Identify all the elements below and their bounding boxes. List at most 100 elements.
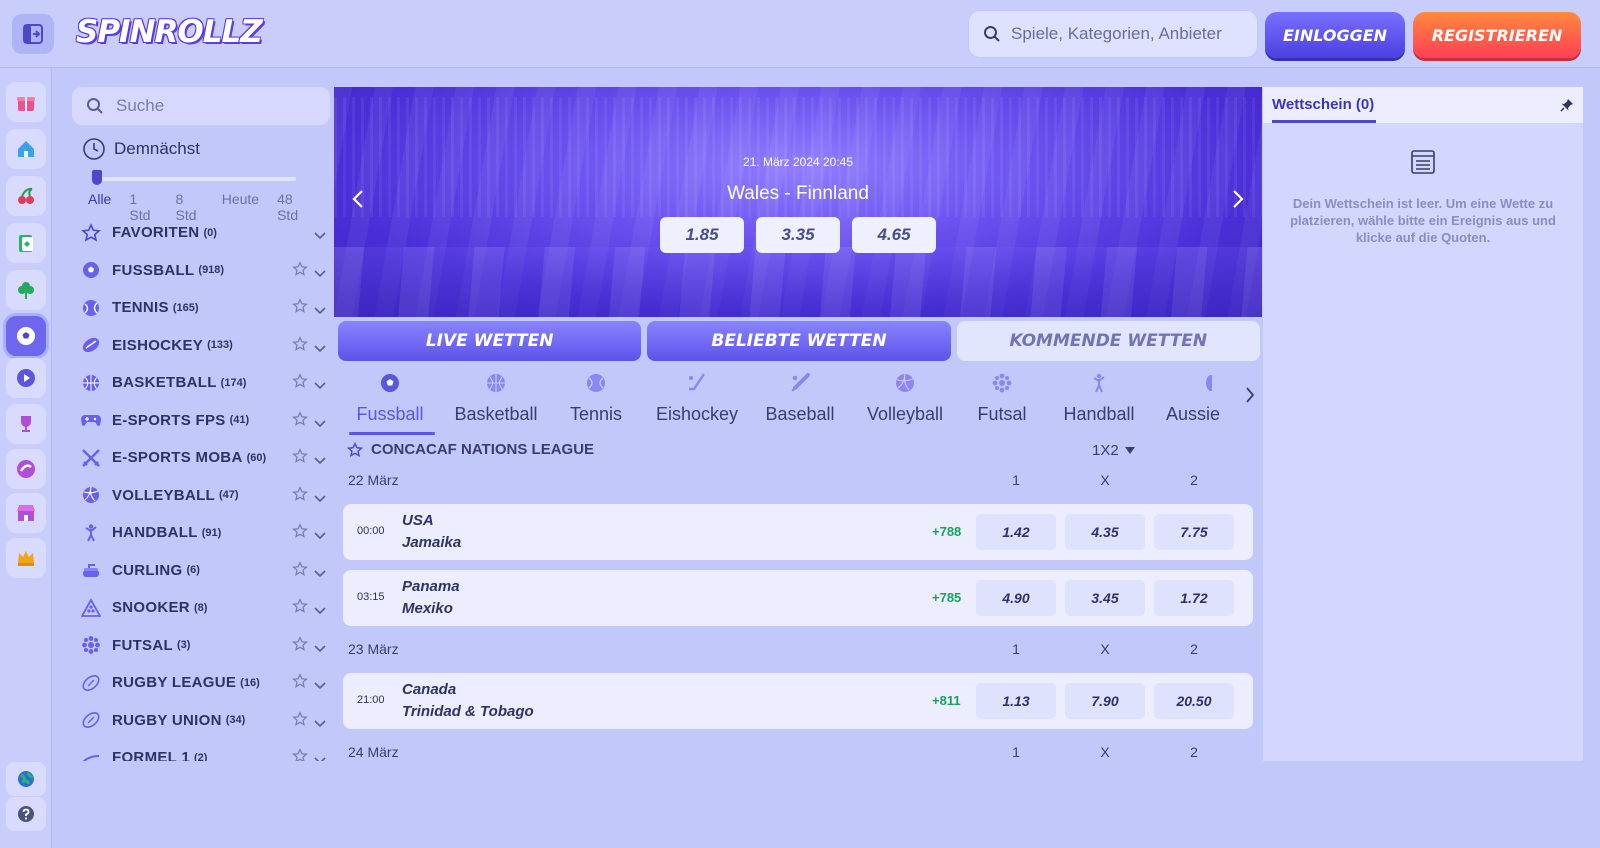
favorite-star-icon[interactable] bbox=[292, 523, 308, 543]
sport-item-tennis[interactable]: TENNIS (165) bbox=[72, 289, 330, 327]
odd-away-button[interactable]: 7.75 bbox=[1154, 514, 1234, 550]
chevron-down-icon[interactable] bbox=[314, 713, 326, 732]
tab-live-bets[interactable]: LIVE WETTEN bbox=[338, 321, 642, 361]
chevron-down-icon[interactable] bbox=[314, 300, 326, 319]
chevron-down-icon[interactable] bbox=[314, 488, 326, 507]
favorite-star-icon[interactable] bbox=[292, 635, 308, 656]
rail-vip-button[interactable] bbox=[6, 538, 46, 578]
login-button[interactable]: EINLOGGEN bbox=[1265, 12, 1405, 58]
banner-odd-home[interactable]: 1.85 bbox=[660, 217, 744, 253]
category-tab-tennis[interactable]: Tennis bbox=[566, 370, 626, 434]
category-tab-soccer[interactable]: Fussball bbox=[354, 370, 426, 434]
tab-upcoming-bets[interactable]: KOMMENDE WETTEN bbox=[956, 321, 1260, 361]
sport-item-futsal[interactable]: FUTSAL (3) bbox=[72, 627, 330, 665]
chevron-down-icon[interactable] bbox=[314, 225, 326, 244]
chevron-down-icon[interactable] bbox=[314, 338, 326, 357]
odd-away-button[interactable]: 1.72 bbox=[1154, 580, 1234, 616]
sport-item-soccer[interactable]: FUSSBALL (918) bbox=[72, 252, 330, 290]
chevron-down-icon[interactable] bbox=[314, 563, 326, 582]
match-teams[interactable]: Canada Trinidad & Tobago bbox=[402, 679, 534, 723]
favorite-star-icon[interactable] bbox=[292, 410, 308, 431]
category-scroll-right-icon[interactable] bbox=[1245, 386, 1255, 408]
match-row[interactable]: 03:15 Panama Mexiko +785 4.90 3.45 1.72 bbox=[343, 570, 1253, 626]
odd-home-button[interactable]: 1.42 bbox=[976, 514, 1056, 550]
chevron-down-icon[interactable] bbox=[314, 450, 326, 469]
sport-item-formula1[interactable]: FORMEL 1 (2) bbox=[72, 739, 330, 761]
chevron-down-icon[interactable] bbox=[314, 413, 326, 432]
category-tab-handball[interactable]: Handball bbox=[1056, 370, 1142, 434]
language-button[interactable] bbox=[6, 762, 46, 796]
sport-item-rugby-league[interactable]: RUGBY LEAGUE (16) bbox=[72, 664, 330, 702]
chevron-down-icon[interactable] bbox=[314, 600, 326, 619]
rail-slots-button[interactable] bbox=[6, 176, 46, 216]
favorite-star-icon[interactable] bbox=[292, 673, 308, 693]
time-slider-handle[interactable] bbox=[92, 170, 102, 185]
match-row[interactable]: 00:00 USA Jamaika +788 1.42 4.35 7.75 bbox=[343, 504, 1253, 560]
register-button[interactable]: REGISTRIEREN bbox=[1413, 12, 1581, 58]
time-slider-track[interactable] bbox=[96, 177, 296, 181]
favorite-star-icon[interactable] bbox=[292, 598, 308, 618]
sport-item-favorites[interactable]: FAVORITEN (0) bbox=[72, 214, 330, 252]
rail-lucky-button[interactable] bbox=[6, 270, 46, 310]
rail-live-button[interactable] bbox=[6, 358, 46, 398]
banner-next-arrow-icon[interactable] bbox=[1232, 189, 1244, 213]
rail-cards-button[interactable] bbox=[6, 223, 46, 263]
sport-item-rugby-union[interactable]: RUGBY UNION (34) bbox=[72, 702, 330, 740]
market-selector[interactable]: 1X2 bbox=[1092, 442, 1135, 459]
chevron-down-icon[interactable] bbox=[314, 675, 326, 694]
game-search-box[interactable] bbox=[968, 10, 1258, 58]
category-tab-basketball[interactable]: Basketball bbox=[452, 370, 540, 434]
match-row[interactable]: 21:00 Canada Trinidad & Tobago +811 1.13… bbox=[343, 673, 1253, 729]
rail-virtual-button[interactable] bbox=[6, 449, 46, 489]
sport-item-handball[interactable]: HANDBALL (91) bbox=[72, 514, 330, 552]
sport-item-curling[interactable]: CURLING (6) bbox=[72, 552, 330, 590]
chevron-down-icon[interactable] bbox=[314, 750, 326, 761]
favorite-star-icon[interactable] bbox=[347, 441, 363, 458]
rail-tournaments-button[interactable] bbox=[6, 404, 46, 444]
category-tab-baseball[interactable]: Baseball bbox=[762, 370, 838, 434]
banner-match-title[interactable]: Wales - Finnland bbox=[334, 183, 1262, 205]
chevron-down-icon[interactable] bbox=[314, 375, 326, 394]
chevron-down-icon[interactable] bbox=[314, 525, 326, 544]
brand-logo[interactable]: SPINROLLZ bbox=[76, 14, 263, 50]
tab-popular-bets[interactable]: BELIEBTE WETTEN bbox=[647, 321, 951, 361]
rail-shop-button[interactable] bbox=[6, 493, 46, 533]
odd-draw-button[interactable]: 3.45 bbox=[1065, 580, 1145, 616]
odd-home-button[interactable]: 4.90 bbox=[976, 580, 1056, 616]
favorite-star-icon[interactable] bbox=[292, 560, 308, 581]
sport-item-basketball[interactable]: BASKETBALL (174) bbox=[72, 364, 330, 402]
rail-promotions-button[interactable] bbox=[6, 82, 46, 122]
more-markets-link[interactable]: +785 bbox=[932, 590, 961, 605]
sport-search-input[interactable] bbox=[116, 96, 316, 116]
banner-odd-away[interactable]: 4.65 bbox=[852, 217, 936, 253]
game-search-input[interactable] bbox=[1011, 24, 1251, 44]
category-tab-volleyball[interactable]: Volleyball bbox=[864, 370, 946, 434]
chevron-down-icon[interactable] bbox=[314, 638, 326, 657]
more-markets-link[interactable]: +788 bbox=[932, 524, 961, 539]
favorite-star-icon[interactable] bbox=[292, 260, 308, 281]
sport-search-box[interactable] bbox=[72, 87, 330, 125]
category-tab-aussie-rules[interactable]: Aussie bbox=[1166, 370, 1240, 434]
sport-item-snooker[interactable]: SNOOKER (8) bbox=[72, 589, 330, 627]
sport-item-esports-moba[interactable]: E-SPORTS MOBA (60) bbox=[72, 439, 330, 477]
favorite-star-icon[interactable] bbox=[292, 485, 308, 506]
sidebar-toggle-button[interactable] bbox=[12, 14, 54, 54]
banner-prev-arrow-icon[interactable] bbox=[352, 189, 364, 213]
category-tab-icehockey[interactable]: Eishockey bbox=[652, 370, 742, 434]
category-tab-futsal[interactable]: Futsal bbox=[972, 370, 1032, 434]
favorite-star-icon[interactable] bbox=[292, 748, 308, 761]
chevron-down-icon[interactable] bbox=[314, 263, 326, 282]
sport-item-icehockey[interactable]: EISHOCKEY (133) bbox=[72, 327, 330, 365]
favorite-star-icon[interactable] bbox=[292, 373, 308, 393]
rail-home-button[interactable] bbox=[6, 129, 46, 169]
banner-odd-draw[interactable]: 3.35 bbox=[756, 217, 840, 253]
match-teams[interactable]: Panama Mexiko bbox=[402, 576, 460, 620]
match-teams[interactable]: USA Jamaika bbox=[402, 510, 461, 554]
pin-icon[interactable] bbox=[1560, 97, 1574, 116]
league-header[interactable]: CONCACAF NATIONS LEAGUE bbox=[347, 441, 594, 458]
favorite-star-icon[interactable] bbox=[292, 298, 308, 318]
odd-draw-button[interactable]: 4.35 bbox=[1065, 514, 1145, 550]
favorite-star-icon[interactable] bbox=[292, 448, 308, 468]
odd-draw-button[interactable]: 7.90 bbox=[1065, 683, 1145, 719]
sport-item-volleyball[interactable]: VOLLEYBALL (47) bbox=[72, 477, 330, 515]
